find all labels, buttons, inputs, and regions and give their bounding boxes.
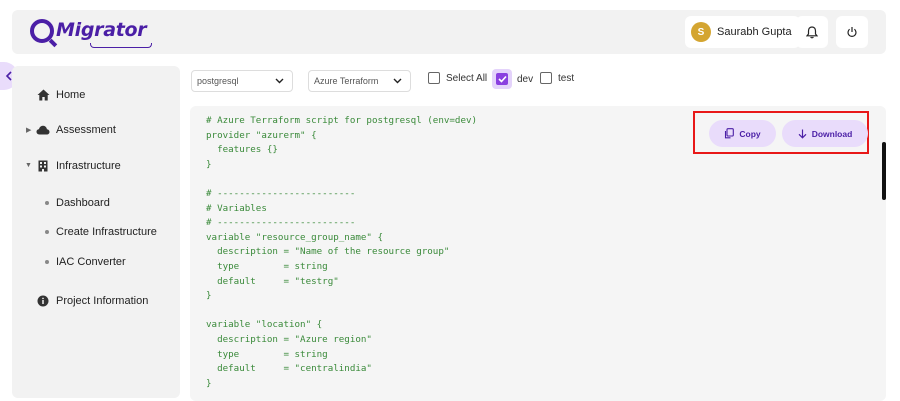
chevron-down-icon (393, 78, 402, 84)
copy-button[interactable]: Copy (709, 120, 776, 147)
provider-select[interactable]: Azure Terraform (308, 70, 411, 92)
code-line: variable "resource_group_name" { (206, 231, 384, 243)
info-icon (36, 294, 50, 308)
download-button[interactable]: Download (782, 120, 868, 147)
sidebar-item-project-information[interactable]: Project Information (36, 293, 148, 309)
copy-label: Copy (739, 128, 761, 139)
building-icon (36, 159, 50, 173)
code-line: description = "Azure region" (206, 333, 372, 345)
migrator-logo[interactable]: Migrator (30, 19, 155, 49)
code-line: } (206, 290, 212, 302)
chevron-down-icon (275, 78, 284, 84)
code-line: description = "Name of the resource grou… (206, 246, 450, 258)
code-line: } (206, 377, 212, 389)
sidebar-subitem-iac-converter[interactable]: IAC Converter (45, 255, 126, 269)
checkbox-box[interactable] (428, 72, 440, 84)
copy-icon (725, 128, 735, 139)
logout-button[interactable] (836, 16, 868, 48)
code-line: # ------------------------- (206, 187, 356, 199)
logo-mark-icon (30, 19, 54, 43)
provider-select-value: Azure Terraform (314, 76, 379, 86)
checkbox-label: dev (517, 73, 534, 85)
code-line: default = "centralindia" (206, 363, 372, 375)
bullet-icon (45, 260, 49, 264)
code-line: provider "azurerm" { (206, 129, 317, 141)
checkbox-box[interactable] (540, 72, 552, 84)
database-select[interactable]: postgresql (191, 70, 293, 92)
notifications-button[interactable] (796, 16, 828, 48)
sidebar: Home ▶ Assessment ▼ Infrastructure Dashb… (12, 66, 180, 398)
power-icon (847, 27, 857, 37)
top-header: Migrator S Saurabh Gupta (12, 10, 886, 54)
sidebar-item-label: Infrastructure (56, 160, 121, 172)
bell-icon (806, 25, 818, 38)
download-arrow-icon (798, 129, 807, 139)
sidebar-subitem-dashboard[interactable]: Dashboard (45, 196, 110, 210)
code-line: default = "testrg" (206, 275, 339, 287)
terraform-code: # Azure Terraform script for postgresql … (206, 114, 477, 391)
sidebar-item-assessment[interactable]: Assessment (36, 122, 116, 138)
database-select-value: postgresql (197, 76, 239, 86)
logo-text: Migrator (56, 19, 147, 41)
user-profile-chip[interactable]: S Saurabh Gupta (685, 16, 800, 48)
code-line: features {} (206, 144, 278, 156)
checkmark-icon (496, 73, 508, 85)
scrollbar-thumb[interactable] (882, 142, 886, 200)
bullet-icon (45, 230, 49, 234)
chevron-right-icon[interactable]: ▶ (26, 126, 31, 134)
dev-checkbox[interactable]: dev (492, 69, 534, 89)
sidebar-subitem-create-infrastructure[interactable]: Create Infrastructure (45, 225, 157, 239)
code-line: # Variables (206, 202, 267, 214)
download-label: Download (811, 128, 853, 139)
sidebar-subitem-label: Dashboard (56, 197, 110, 209)
sidebar-item-label: Home (56, 89, 86, 101)
code-line: } (206, 158, 212, 170)
sidebar-subitem-label: IAC Converter (56, 256, 126, 268)
home-icon (36, 88, 50, 102)
avatar: S (691, 22, 711, 42)
sidebar-item-label: Project Information (56, 295, 149, 307)
test-checkbox[interactable]: test (540, 72, 574, 84)
code-line: type = string (206, 260, 328, 272)
bullet-icon (45, 201, 49, 205)
logo-underline (90, 43, 152, 48)
checkbox-highlight[interactable] (492, 69, 512, 89)
code-line: # Azure Terraform script for postgresql … (206, 115, 478, 126)
code-line: type = string (206, 348, 328, 360)
user-name: Saurabh Gupta (717, 26, 792, 38)
code-line: variable "location" { (206, 319, 323, 331)
checkbox-label: test (558, 72, 575, 84)
chevron-down-icon[interactable]: ▼ (25, 162, 32, 169)
sidebar-item-home[interactable]: Home (36, 87, 85, 103)
cloud-icon (36, 123, 50, 137)
select-all-checkbox[interactable]: Select All (428, 72, 487, 84)
sidebar-item-infrastructure[interactable]: Infrastructure (36, 158, 121, 174)
checkbox-label: Select All (446, 72, 488, 84)
sidebar-subitem-label: Create Infrastructure (56, 226, 157, 238)
sidebar-item-label: Assessment (56, 124, 116, 136)
code-line: # ------------------------- (206, 217, 356, 229)
